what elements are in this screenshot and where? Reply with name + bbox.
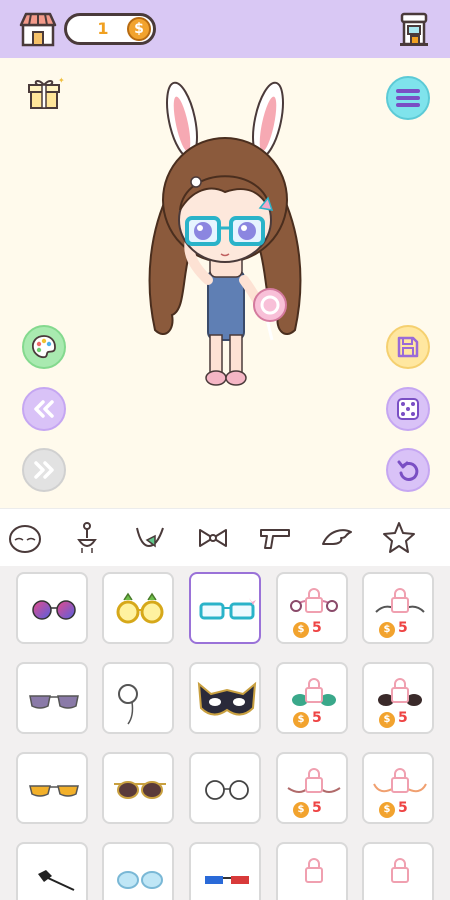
- price-value: 5: [312, 620, 322, 636]
- item-blue-shades[interactable]: [102, 842, 174, 900]
- item-locked-2[interactable]: $5: [362, 572, 434, 644]
- double-chevron-right-icon: [34, 461, 54, 479]
- palette-icon: [31, 335, 56, 359]
- item-price: $5: [379, 800, 421, 818]
- coin-icon: $: [127, 17, 151, 41]
- coin-icon: $: [293, 802, 309, 818]
- coin-count: 1: [97, 19, 109, 38]
- category-stickers[interactable]: [380, 519, 418, 557]
- item-3d-glasses[interactable]: [189, 842, 261, 900]
- item-round-gradient-glasses[interactable]: [16, 572, 88, 644]
- item-price: $5: [293, 710, 335, 728]
- round-sunglasses-icon: [114, 781, 166, 799]
- reset-button[interactable]: [386, 448, 430, 492]
- star-icon: [383, 522, 415, 553]
- coin-balance[interactable]: 1 $: [64, 13, 156, 45]
- coin-icon: $: [379, 802, 395, 818]
- aviator-glasses-icon: [29, 695, 79, 709]
- coin-icon: $: [379, 712, 395, 728]
- necklace-icon: [136, 527, 164, 548]
- item-locked-7[interactable]: [276, 842, 348, 900]
- dressup-stage: ✦: [0, 58, 450, 508]
- monocle-icon: [118, 684, 138, 725]
- dice-icon: [397, 398, 419, 420]
- item-locked-8[interactable]: [362, 842, 434, 900]
- item-locked-6[interactable]: $5: [362, 752, 434, 824]
- gold-sunglasses-icon: [29, 785, 79, 797]
- undo-button[interactable]: [22, 387, 66, 431]
- hamburger-icon: [396, 89, 420, 107]
- item-grid: $5 $5 $ 5 $ 5 $ 5 $ 5: [0, 566, 450, 900]
- save-button[interactable]: [386, 325, 430, 369]
- gun-icon: [260, 529, 290, 549]
- pineapple-glasses-icon: [116, 592, 164, 624]
- category-wings[interactable]: [318, 519, 356, 557]
- coin-icon: $: [293, 622, 309, 638]
- price-value: 5: [398, 710, 408, 726]
- earring-icon: [77, 522, 97, 553]
- item-price: $5: [379, 620, 421, 638]
- menu-button[interactable]: [386, 76, 430, 120]
- item-teal-star-glasses[interactable]: [189, 572, 261, 644]
- rotate-back-icon: [397, 460, 419, 481]
- coin-icon: $: [293, 712, 309, 728]
- gift-icon: ✦: [28, 76, 65, 109]
- face-icon: [9, 525, 41, 553]
- shop-icon: [19, 12, 57, 47]
- item-gold-shades[interactable]: [16, 752, 88, 824]
- gacha-machine-icon: [400, 12, 428, 46]
- category-bows[interactable]: [194, 519, 232, 557]
- shop-button[interactable]: [18, 9, 58, 49]
- floppy-disk-icon: [397, 336, 419, 358]
- wire-glasses-icon: [205, 780, 249, 800]
- item-locked-1[interactable]: $5: [276, 572, 348, 644]
- item-locked-4[interactable]: $5: [362, 662, 434, 734]
- color-palette-button[interactable]: [22, 325, 66, 369]
- locked-item-icon: [391, 858, 409, 883]
- randomize-button[interactable]: [386, 387, 430, 431]
- eyepatch-icon: [38, 870, 75, 891]
- double-chevron-left-icon: [34, 400, 54, 418]
- price-value: 5: [398, 800, 408, 816]
- item-locked-3[interactable]: $5: [276, 662, 348, 734]
- item-pineapple-glasses[interactable]: [102, 572, 174, 644]
- item-price: $5: [293, 800, 335, 818]
- coin-icon: $: [379, 622, 395, 638]
- round-glasses-icon: [32, 600, 76, 620]
- bow-icon: [199, 529, 227, 547]
- item-locked-5[interactable]: $5: [276, 752, 348, 824]
- item-wire-round-glasses[interactable]: [189, 752, 261, 824]
- wing-icon: [322, 529, 352, 545]
- teal-glasses-icon: [199, 598, 256, 620]
- 3d-glasses-icon: [205, 876, 249, 884]
- item-price: $5: [293, 620, 335, 638]
- item-round-brown-shades[interactable]: [102, 752, 174, 824]
- locked-item-icon: [305, 858, 323, 883]
- item-aviator-glasses[interactable]: [16, 662, 88, 734]
- category-earrings[interactable]: [68, 519, 106, 557]
- item-monocle[interactable]: [102, 662, 174, 734]
- price-value: 5: [312, 710, 322, 726]
- blue-sunglasses-icon: [117, 871, 163, 889]
- category-bar: [0, 508, 450, 567]
- machine-button[interactable]: [394, 9, 434, 49]
- category-necklace[interactable]: [130, 519, 168, 557]
- item-eyepatch[interactable]: [16, 842, 88, 900]
- top-bar: 1 $: [0, 0, 450, 58]
- redo-button[interactable]: [22, 448, 66, 492]
- cat-mask-icon: [197, 681, 257, 716]
- price-value: 5: [398, 620, 408, 636]
- item-price: $5: [379, 710, 421, 728]
- svg-text:✦: ✦: [58, 76, 64, 85]
- item-cat-mask[interactable]: [189, 662, 261, 734]
- gift-button[interactable]: ✦: [24, 74, 65, 114]
- chibi-character: [148, 81, 302, 386]
- category-props[interactable]: [256, 519, 294, 557]
- category-face[interactable]: [6, 519, 44, 557]
- price-value: 5: [312, 800, 322, 816]
